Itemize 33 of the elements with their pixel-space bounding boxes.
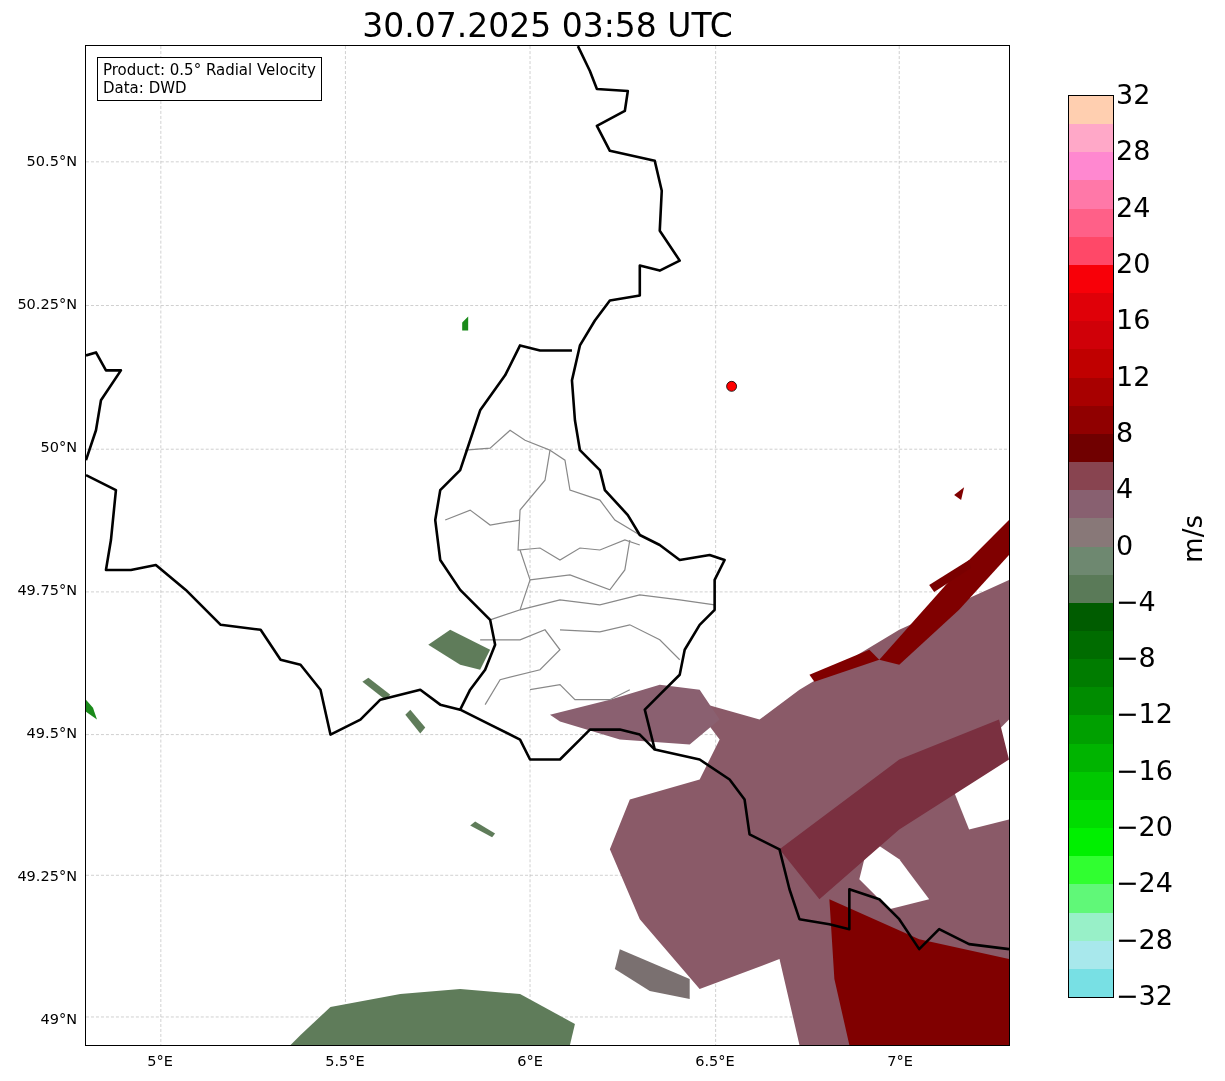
colorbar-tick-label: −8 [1116,642,1157,675]
colorbar-tick-label: −16 [1116,754,1173,787]
latitude-label: 49.5°N [26,725,77,741]
colorbar-tick-label: 0 [1116,529,1135,562]
longitude-label: 7°E [887,1053,913,1069]
info-text: Data: DWD [103,79,188,97]
colorbar-tick-label: 12 [1116,360,1152,393]
colorbar-tick-label: 16 [1116,304,1152,337]
longitude-label: 6.5°E [695,1053,735,1069]
colorbar-tick-label: 24 [1116,191,1152,224]
colorbar-tick-label: 8 [1116,416,1135,449]
latitude-label: 50.5°N [26,153,77,169]
colorbar-tick-label: −20 [1116,811,1173,844]
info-text: Product: 0.5° Radial Velocity [103,61,316,79]
latitude-label: 50°N [40,439,77,455]
colorbar-tick-label: −4 [1116,585,1157,618]
colorbar-tick-label: 28 [1116,135,1152,168]
colorbar-tick-label: 32 [1116,79,1152,111]
colorbar-tick-label: −24 [1116,867,1173,900]
longitude-label: 5°E [147,1053,173,1069]
longitude-label: 5.5°E [325,1053,365,1069]
chart-title: 30.07.2025 03:58 UTC [361,5,734,45]
colorbar-unit-label: m/s [1177,515,1209,563]
colorbar-tick-label: −28 [1116,923,1173,956]
longitude-label: 6°E [517,1053,543,1069]
colorbar-tick-label: −12 [1116,698,1173,731]
latitude-label: 49.75°N [17,582,77,598]
latitude-label: 50.25°N [17,296,77,312]
colorbar-tick-label: 20 [1116,247,1152,280]
colorbar-tick-label: 4 [1116,473,1135,506]
colorbar-tick-label: −32 [1116,980,1173,1012]
latitude-label: 49.25°N [17,868,77,884]
latitude-label: 49°N [40,1011,77,1027]
